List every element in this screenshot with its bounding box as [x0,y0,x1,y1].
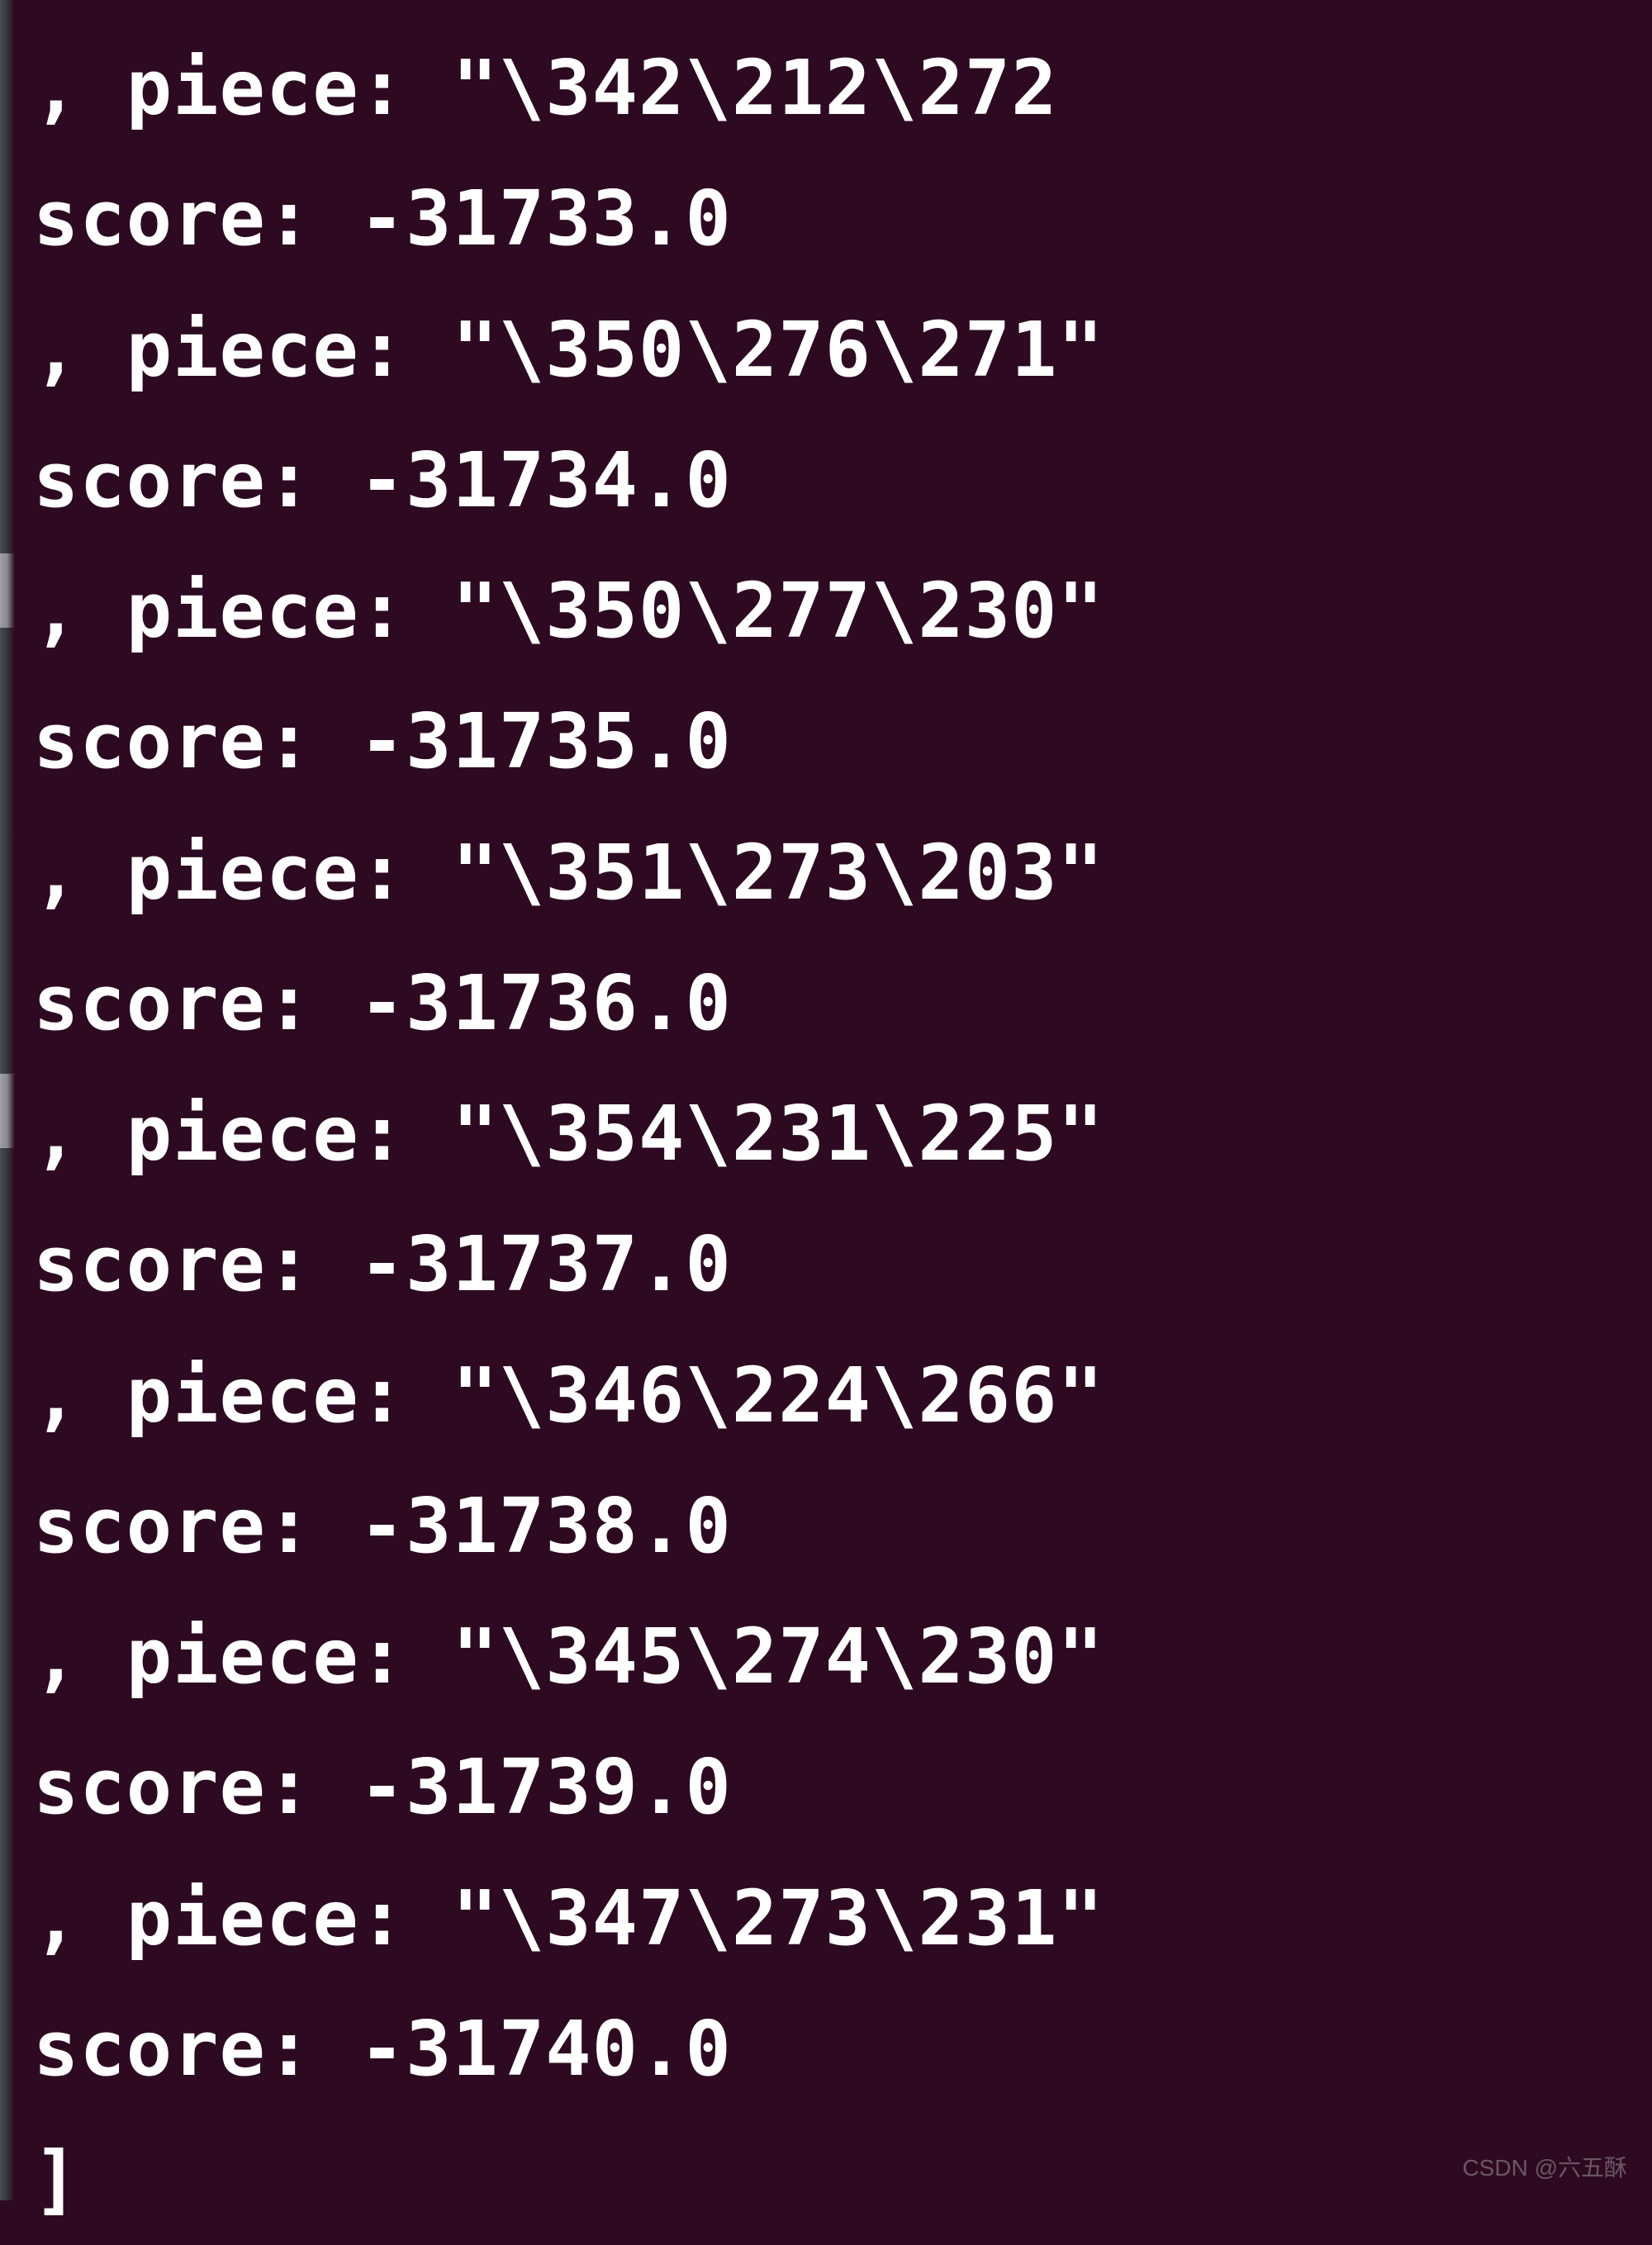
terminal-line: , piece: "\354\231\225" [33,1089,1104,1178]
terminal-line: , piece: "\342\212\272 [33,44,1058,132]
terminal-line: ] [33,2135,79,2224]
terminal-line: score: -31733.0 [33,174,732,263]
left-edge-marker [0,553,15,628]
terminal-line: , piece: "\347\273\231" [33,1874,1104,1963]
terminal-line: score: -31740.0 [33,2005,732,2093]
terminal-line: , piece: "\351\273\203" [33,828,1104,917]
terminal-line: score: -31739.0 [33,1743,732,1831]
terminal-line: score: -31737.0 [33,1220,732,1308]
terminal-line: score: -31734.0 [33,436,732,524]
watermark-text: CSDN @六五酥 [1462,2148,1627,2188]
terminal-line: score: -31735.0 [33,697,732,786]
terminal-line: , piece: "\345\274\230" [33,1612,1104,1701]
terminal-line: , piece: "\350\277\230" [33,567,1104,655]
terminal-line: score: -31736.0 [33,959,732,1047]
left-edge-marker [0,1074,15,1148]
terminal-line: , piece: "\346\224\266" [33,1351,1104,1440]
terminal-line: , piece: "\350\276\271" [33,306,1104,394]
terminal-output: , piece: "\342\212\272 score: -31733.0 ,… [33,0,1104,2245]
terminal-line: score: -31738.0 [33,1482,732,1570]
